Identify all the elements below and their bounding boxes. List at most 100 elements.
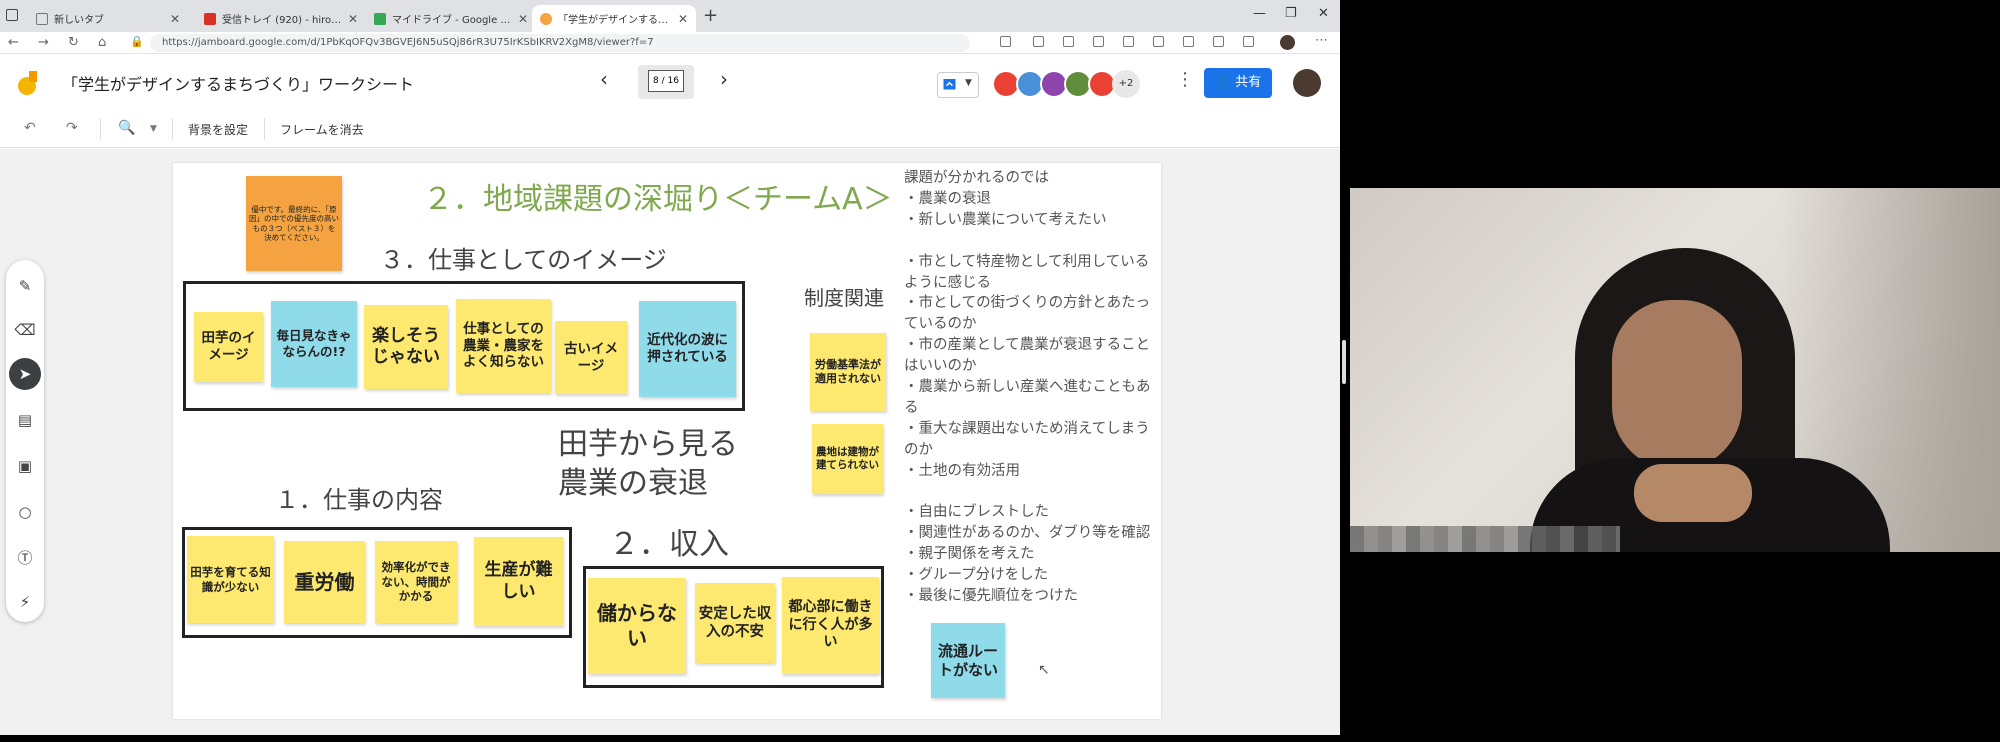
image-upload-icon [943, 79, 956, 90]
tab-title: マイドライブ - Google ドライブ [392, 15, 512, 26]
tab-title: 「学生がデザインするまちづくり」ワーク [558, 15, 672, 26]
sticky-note[interactable]: 労働基準法が適用されない [810, 333, 886, 411]
restore-icon[interactable]: ❐ [1285, 6, 1297, 21]
sticky-note[interactable]: 仕事としての農業・農家をよく知らない [456, 299, 551, 393]
note-text: 儲からない [597, 601, 677, 650]
sticky-note[interactable]: 楽しそうじゃない [364, 305, 448, 389]
undo-icon[interactable]: ↶ [24, 120, 36, 136]
close-tab-icon[interactable]: ✕ [518, 12, 528, 26]
sticky-note[interactable]: 農地は建物が建てられない [812, 424, 883, 494]
browser-window: 新しいタブ ✕ 受信トレイ (920) - hiroshi.hatanaka ✕… [0, 0, 1340, 735]
note-text: 流通ルートがない [937, 641, 998, 679]
add-to-frame-button[interactable]: ▼ [937, 72, 979, 98]
close-window-icon[interactable]: ✕ [1318, 6, 1329, 21]
text-box-icon[interactable]: Ⓣ [13, 546, 37, 570]
laser-icon[interactable]: ⚡ [13, 590, 37, 614]
share-button[interactable]: 👤 共有 [1204, 68, 1272, 98]
extension-icon[interactable] [1183, 36, 1194, 47]
sticky-note[interactable]: 古いイメージ [555, 321, 627, 394]
circle-shape-icon[interactable]: ○ [13, 500, 37, 524]
discussion-line: ・土地の有効活用 [904, 462, 1020, 479]
discussion-spacer [904, 231, 1159, 252]
sticky-note[interactable]: 都心部に働きに行く人が多い [782, 577, 879, 674]
app-header: 「学生がデザインするまちづくり」ワークシート ‹ 8 / 16 › ▼ +2 ⋮… [0, 55, 1340, 110]
browser-tab-active[interactable]: 「学生がデザインするまちづくり」ワーク ✕ [532, 5, 696, 32]
note-text: 古いイメージ [564, 340, 618, 374]
tab-bar: 新しいタブ ✕ 受信トレイ (920) - hiroshi.hatanaka ✕… [0, 0, 1340, 32]
heading-work-image: ３．仕事としてのイメージ [380, 246, 667, 274]
jamboard-icon [540, 12, 552, 25]
close-tab-icon[interactable]: ✕ [348, 12, 358, 26]
set-background-button[interactable]: 背景を設定 [188, 121, 248, 138]
jamboard-frame[interactable]: 優中です。最終的に、「原因」の中での優先度の高いもの３つ（ベスト３）を決めてくだ… [173, 163, 1161, 719]
sticky-note[interactable]: 毎日見なきゃならんの!? [271, 301, 357, 387]
toolbar-divider [264, 118, 265, 140]
tab-actions-icon[interactable] [6, 9, 18, 21]
select-pointer-icon[interactable]: ➤ [9, 358, 41, 390]
sticky-note[interactable]: 儲からない [588, 578, 686, 674]
home-icon[interactable]: ⌂ [98, 35, 106, 50]
jamboard-logo-icon[interactable] [14, 70, 40, 96]
frame-picker[interactable]: 8 / 16 [638, 65, 694, 99]
clear-frame-button[interactable]: フレームを消去 [280, 121, 364, 138]
toolbar-divider [100, 118, 101, 140]
tool-palette: ✎ ⌫ ➤ ▤ ▣ ○ Ⓣ ⚡ [6, 260, 44, 622]
close-tab-icon[interactable]: ✕ [678, 12, 688, 26]
split-divider[interactable] [1342, 340, 1346, 384]
discussion-notes[interactable]: 課題が分かれるのでは ・農業の衰退 ・新しい農業について考えたい ・市として特産… [904, 168, 1159, 607]
page-title[interactable]: 「学生がデザインするまちづくり」ワークシート [62, 71, 414, 95]
chevron-down-icon[interactable]: ▼ [150, 124, 157, 134]
sticky-note[interactable]: 安定した収入の不安 [695, 583, 775, 663]
account-avatar[interactable] [1293, 69, 1321, 97]
extension-icon[interactable] [1033, 36, 1044, 47]
extension-icon[interactable] [1063, 36, 1074, 47]
reload-icon[interactable]: ↻ [68, 35, 79, 50]
center-theme-line-1: 田芋から見る [558, 427, 738, 462]
more-options-icon[interactable]: ⋮ [1176, 69, 1194, 90]
chevron-right-icon[interactable]: › [720, 67, 728, 91]
back-icon[interactable]: ← [8, 35, 19, 50]
sticky-note[interactable]: 重労働 [284, 541, 365, 623]
discussion-line: ・親子関係を考えた [904, 546, 1035, 563]
url-input[interactable]: https://jamboard.google.com/d/1PbKqOFQv3… [150, 34, 970, 52]
sticky-note[interactable]: 生産が難しい [474, 537, 563, 626]
profile-avatar[interactable] [1280, 35, 1295, 50]
redo-icon[interactable]: ↷ [66, 120, 78, 136]
sticky-note-instruction[interactable]: 優中です。最終的に、「原因」の中での優先度の高いもの３つ（ベスト３）を決めてくだ… [246, 176, 342, 271]
zoom-icon[interactable]: 🔍 [118, 120, 135, 136]
extension-icon[interactable] [1123, 36, 1134, 47]
discussion-line: ・市としての街づくりの方針とあたっているのか [904, 295, 1151, 333]
heading-work-content: １．仕事の内容 [275, 486, 443, 514]
more-icon[interactable]: ⋯ [1315, 33, 1328, 48]
sticky-note[interactable]: 流通ルートがない [931, 623, 1005, 698]
eraser-icon[interactable]: ⌫ [13, 318, 37, 342]
discussion-line: ・農業から新しい産業へ進むこともある [904, 379, 1151, 416]
new-tab-icon[interactable]: + [703, 5, 718, 26]
browser-tab[interactable]: マイドライブ - Google ドライブ ✕ [366, 5, 536, 32]
discussion-line: ・最後に優先順位をつけた [904, 588, 1078, 605]
sticky-note[interactable]: 田芋を育てる知識が少ない [187, 536, 274, 623]
heading-system: 制度関連 [804, 286, 884, 310]
minimize-icon[interactable]: — [1253, 6, 1266, 21]
extension-icon[interactable] [1243, 36, 1254, 47]
close-tab-icon[interactable]: ✕ [170, 12, 180, 26]
sticky-note-icon[interactable]: ▤ [13, 408, 37, 432]
extension-icon[interactable] [1213, 36, 1224, 47]
browser-tab[interactable]: 受信トレイ (920) - hiroshi.hatanaka ✕ [196, 5, 366, 32]
address-bar: ← → ↻ ⌂ 🔒 https://jamboard.google.com/d/… [0, 32, 1340, 54]
discussion-line: ・自由にブレストした [904, 504, 1049, 521]
sticky-note[interactable]: 近代化の波に押されている [639, 301, 736, 397]
browser-tab[interactable]: 新しいタブ ✕ [28, 5, 188, 32]
more-collaborators-badge[interactable]: +2 [1112, 70, 1140, 98]
note-text: 毎日見なきゃならんの!? [276, 328, 352, 359]
extension-icon[interactable] [1000, 36, 1011, 47]
image-icon[interactable]: ▣ [13, 454, 37, 478]
extension-icon[interactable] [1153, 36, 1164, 47]
forward-icon[interactable]: → [38, 35, 49, 50]
share-label: 共有 [1235, 75, 1262, 90]
pen-icon[interactable]: ✎ [13, 274, 37, 298]
sticky-note[interactable]: 田芋のイメージ [194, 312, 263, 382]
chevron-left-icon[interactable]: ‹ [600, 67, 608, 91]
extension-icon[interactable] [1093, 36, 1104, 47]
sticky-note[interactable]: 効率化ができない、時間がかかる [375, 541, 457, 623]
